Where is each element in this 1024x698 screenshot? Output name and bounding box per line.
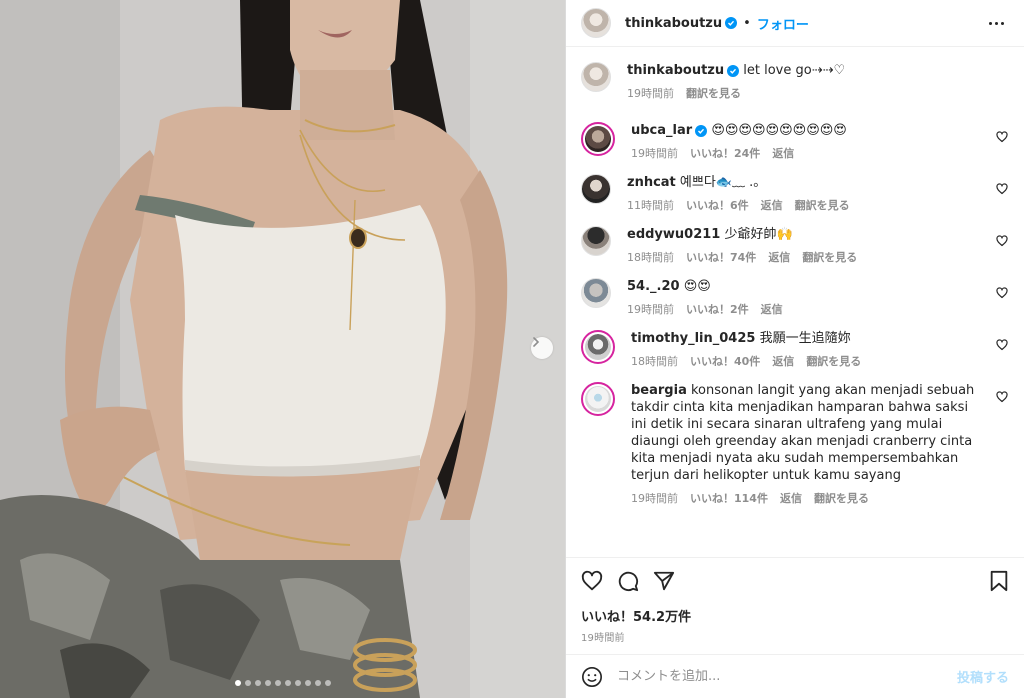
comment-time[interactable]: 18時間前 bbox=[631, 353, 678, 369]
carousel-dot bbox=[254, 680, 261, 686]
commenter-avatar[interactable] bbox=[581, 382, 615, 416]
caption-text: let love go⇢⇢♡ bbox=[743, 63, 846, 78]
reply-button[interactable]: 返信 bbox=[761, 301, 783, 317]
comment-like-heart-icon[interactable] bbox=[996, 339, 1008, 351]
caption-username[interactable]: thinkaboutzu bbox=[627, 63, 724, 78]
commenter-avatar[interactable] bbox=[581, 174, 611, 204]
post-modal: thinkaboutzu • フォロー thinkaboutzu let lov… bbox=[0, 0, 1024, 698]
translate-button[interactable]: 翻訳を見る bbox=[814, 490, 869, 506]
separator-dot: • bbox=[743, 15, 751, 31]
post-timestamp[interactable]: 19時間前 bbox=[581, 629, 1009, 644]
reply-button[interactable]: 返信 bbox=[772, 145, 794, 161]
comment-item: 54._.20 😍😍 19時間前 いいね！2件 返信 bbox=[581, 278, 1008, 317]
carousel-dot bbox=[284, 680, 291, 686]
post-comment-button[interactable]: 投稿する bbox=[957, 667, 1009, 686]
comment-item: beargia konsonan langit yang akan menjad… bbox=[581, 382, 1008, 506]
comment-time[interactable]: 19時間前 bbox=[631, 490, 678, 506]
comment-time[interactable]: 11時間前 bbox=[627, 197, 674, 213]
comment-time[interactable]: 19時間前 bbox=[627, 301, 674, 317]
translate-button[interactable]: 翻訳を見る bbox=[806, 353, 861, 369]
carousel-dot bbox=[244, 680, 251, 686]
translate-button[interactable]: 翻訳を見る bbox=[795, 197, 850, 213]
post-header: thinkaboutzu • フォロー bbox=[566, 0, 1024, 47]
verified-badge-icon bbox=[695, 125, 708, 137]
comment-text: 😍😍 bbox=[683, 279, 711, 294]
carousel-dot bbox=[304, 680, 311, 686]
comment-like-count[interactable]: いいね！114件 bbox=[690, 490, 768, 506]
carousel-next-button[interactable] bbox=[531, 337, 553, 359]
post-side-panel: thinkaboutzu • フォロー thinkaboutzu let lov… bbox=[565, 0, 1024, 698]
photo-illustration bbox=[0, 0, 565, 698]
comment-like-heart-icon[interactable] bbox=[996, 391, 1008, 403]
translate-button[interactable]: 翻訳を見る bbox=[802, 249, 857, 265]
comment-like-count[interactable]: いいね！40件 bbox=[690, 353, 760, 369]
reply-button[interactable]: 返信 bbox=[761, 197, 783, 213]
comment-text: 我願一生追隨妳 bbox=[759, 331, 851, 346]
comment-like-heart-icon[interactable] bbox=[996, 287, 1008, 299]
comment-text: 😍😍😍😍😍😍😍😍😍😍 bbox=[711, 123, 847, 138]
follow-button[interactable]: フォロー bbox=[757, 14, 809, 33]
commenter-username[interactable]: ubca_lar bbox=[631, 123, 692, 138]
carousel-dot bbox=[314, 680, 321, 686]
comment-text: 예쁘다🐟﹏ .。 bbox=[679, 175, 767, 190]
reply-button[interactable]: 返信 bbox=[780, 490, 802, 506]
author-avatar[interactable] bbox=[581, 62, 611, 92]
carousel-dot bbox=[264, 680, 271, 686]
caption-translate-button[interactable]: 翻訳を見る bbox=[686, 85, 741, 101]
comment-item: ubca_lar 😍😍😍😍😍😍😍😍😍😍 19時間前 いいね！24件 返信 bbox=[581, 122, 1008, 161]
comment-like-count[interactable]: いいね！2件 bbox=[686, 301, 749, 317]
emoji-icon[interactable] bbox=[581, 666, 603, 688]
author-username[interactable]: thinkaboutzu bbox=[625, 16, 722, 31]
carousel-dot bbox=[274, 680, 281, 686]
more-options-icon[interactable] bbox=[985, 18, 1008, 29]
post-photo[interactable] bbox=[0, 0, 565, 698]
chevron-right-icon bbox=[533, 337, 540, 347]
comment-item: znhcat 예쁘다🐟﹏ .。 11時間前 いいね！6件 返信 翻訳を見る bbox=[581, 174, 1008, 213]
commenter-username[interactable]: znhcat bbox=[627, 175, 676, 190]
comment-item: eddywu0211 少爺好帥🙌 18時間前 いいね！74件 返信 翻訳を見る bbox=[581, 226, 1008, 265]
comment-text: konsonan langit yang akan menjadi sebuah… bbox=[631, 383, 975, 483]
share-icon[interactable] bbox=[653, 570, 675, 592]
carousel-dot bbox=[324, 680, 331, 686]
commenter-avatar[interactable] bbox=[581, 278, 611, 308]
comment-time[interactable]: 18時間前 bbox=[627, 249, 674, 265]
bookmark-icon[interactable] bbox=[989, 570, 1009, 592]
comment-composer: 投稿する bbox=[566, 654, 1024, 698]
commenter-username[interactable]: eddywu0211 bbox=[627, 227, 720, 242]
commenter-username[interactable]: timothy_lin_0425 bbox=[631, 331, 755, 346]
carousel-dot bbox=[294, 680, 301, 686]
heart-icon[interactable] bbox=[581, 570, 603, 592]
verified-badge-icon bbox=[725, 17, 738, 29]
commenter-username[interactable]: 54._.20 bbox=[627, 279, 680, 294]
comment-like-heart-icon[interactable] bbox=[996, 183, 1008, 195]
carousel-indicator bbox=[0, 680, 565, 686]
comment-time[interactable]: 19時間前 bbox=[631, 145, 678, 161]
author-avatar[interactable] bbox=[581, 8, 611, 38]
comment-input[interactable] bbox=[617, 669, 957, 684]
commenter-username[interactable]: beargia bbox=[631, 383, 687, 398]
comment-text: 少爺好帥🙌 bbox=[724, 227, 793, 242]
caption-time[interactable]: 19時間前 bbox=[627, 85, 674, 101]
reply-button[interactable]: 返信 bbox=[768, 249, 790, 265]
comment-icon[interactable] bbox=[617, 570, 639, 592]
caption: thinkaboutzu let love go⇢⇢♡ 19時間前 翻訳を見る bbox=[581, 62, 1008, 101]
commenter-avatar[interactable] bbox=[581, 122, 615, 156]
comment-like-count[interactable]: いいね！74件 bbox=[686, 249, 756, 265]
commenter-avatar[interactable] bbox=[581, 330, 615, 364]
comment-item: timothy_lin_0425 我願一生追隨妳 18時間前 いいね！40件 返… bbox=[581, 330, 1008, 369]
like-count[interactable]: いいね！54.2万件 bbox=[581, 606, 1009, 625]
reply-button[interactable]: 返信 bbox=[772, 353, 794, 369]
comment-list: thinkaboutzu let love go⇢⇢♡ 19時間前 翻訳を見る … bbox=[566, 47, 1024, 557]
verified-badge-icon bbox=[727, 65, 740, 77]
commenter-avatar[interactable] bbox=[581, 226, 611, 256]
comment-like-heart-icon[interactable] bbox=[996, 131, 1008, 143]
comment-like-count[interactable]: いいね！6件 bbox=[686, 197, 749, 213]
carousel-dot bbox=[234, 680, 241, 686]
comment-like-count[interactable]: いいね！24件 bbox=[690, 145, 760, 161]
comment-like-heart-icon[interactable] bbox=[996, 235, 1008, 247]
